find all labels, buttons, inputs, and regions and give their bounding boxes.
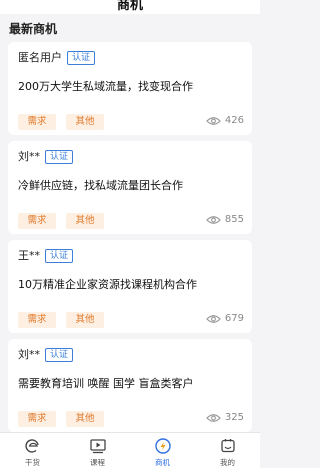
dry-goods-icon — [24, 439, 39, 453]
view-count-value: 679 — [224, 313, 244, 324]
tab-label: 我的 — [220, 458, 235, 467]
eye-icon — [206, 116, 221, 125]
opportunity-list: 匿名用户 认证 200万大学生私域流量，找变现合作 需求 其他 426 刘** … — [0, 42, 260, 432]
author-name: 王** — [18, 249, 40, 262]
tag-other: 其他 — [66, 213, 104, 229]
tag-list: 需求 其他 — [18, 114, 114, 130]
tag-list: 需求 其他 — [18, 411, 114, 427]
card-header: 王** 认证 — [18, 248, 74, 264]
eye-icon — [206, 314, 221, 323]
opportunity-card[interactable]: 刘** 认证 冷鲜供应链，找私域流量团长合作 需求 其他 855 — [8, 141, 252, 234]
view-count: 325 — [206, 412, 244, 423]
tab-label: 课程 — [90, 458, 105, 467]
verified-badge: 认证 — [45, 249, 74, 263]
author-name: 匿名用户 — [18, 51, 62, 64]
card-header: 匿名用户 认证 — [18, 50, 96, 66]
tag-list: 需求 其他 — [18, 312, 114, 328]
tag-demand: 需求 — [18, 213, 56, 229]
verified-badge: 认证 — [45, 150, 74, 164]
opportunity-card[interactable]: 刘** 认证 需要教育培训 唤醒 国学 盲盒类客户 需求 其他 325 — [8, 339, 252, 432]
bottom-tab-bar: 干货 课程 商机 我的 — [0, 432, 260, 468]
card-title: 10万精准企业家资源找课程机构合作 — [18, 278, 197, 291]
tab-course[interactable]: 课程 — [65, 433, 130, 468]
author-name: 刘** — [18, 150, 40, 163]
tag-other: 其他 — [66, 312, 104, 328]
section-title: 最新商机 — [9, 22, 58, 36]
course-icon — [89, 439, 106, 454]
tab-business[interactable]: 商机 — [130, 433, 195, 468]
author-name: 刘** — [18, 348, 40, 361]
view-count-value: 855 — [224, 214, 244, 225]
eye-icon — [206, 413, 221, 422]
view-count: 855 — [206, 214, 244, 225]
tab-profile[interactable]: 我的 — [195, 433, 260, 468]
page-title: 商机 — [0, 0, 260, 14]
view-count-value: 325 — [224, 412, 244, 423]
eye-icon — [206, 215, 221, 224]
tag-demand: 需求 — [18, 312, 56, 328]
tab-label: 商机 — [155, 458, 170, 467]
view-count: 679 — [206, 313, 244, 324]
tag-demand: 需求 — [18, 411, 56, 427]
business-icon — [154, 438, 171, 454]
tab-dry-goods[interactable]: 干货 — [0, 433, 65, 468]
view-count-value: 426 — [224, 115, 244, 126]
opportunity-card[interactable]: 王** 认证 10万精准企业家资源找课程机构合作 需求 其他 679 — [8, 240, 252, 333]
card-title: 200万大学生私域流量，找变现合作 — [18, 80, 193, 93]
profile-icon — [220, 439, 235, 453]
verified-badge: 认证 — [67, 51, 96, 65]
card-title: 冷鲜供应链，找私域流量团长合作 — [18, 179, 183, 192]
tag-list: 需求 其他 — [18, 213, 114, 229]
tag-other: 其他 — [66, 114, 104, 130]
tab-label: 干货 — [25, 458, 40, 467]
card-title: 需要教育培训 唤醒 国学 盲盒类客户 — [18, 377, 194, 390]
view-count: 426 — [206, 115, 244, 126]
tag-other: 其他 — [66, 411, 104, 427]
card-header: 刘** 认证 — [18, 347, 74, 363]
verified-badge: 认证 — [45, 348, 74, 362]
card-header: 刘** 认证 — [18, 149, 74, 165]
opportunity-card[interactable]: 匿名用户 认证 200万大学生私域流量，找变现合作 需求 其他 426 — [8, 42, 252, 135]
tag-demand: 需求 — [18, 114, 56, 130]
